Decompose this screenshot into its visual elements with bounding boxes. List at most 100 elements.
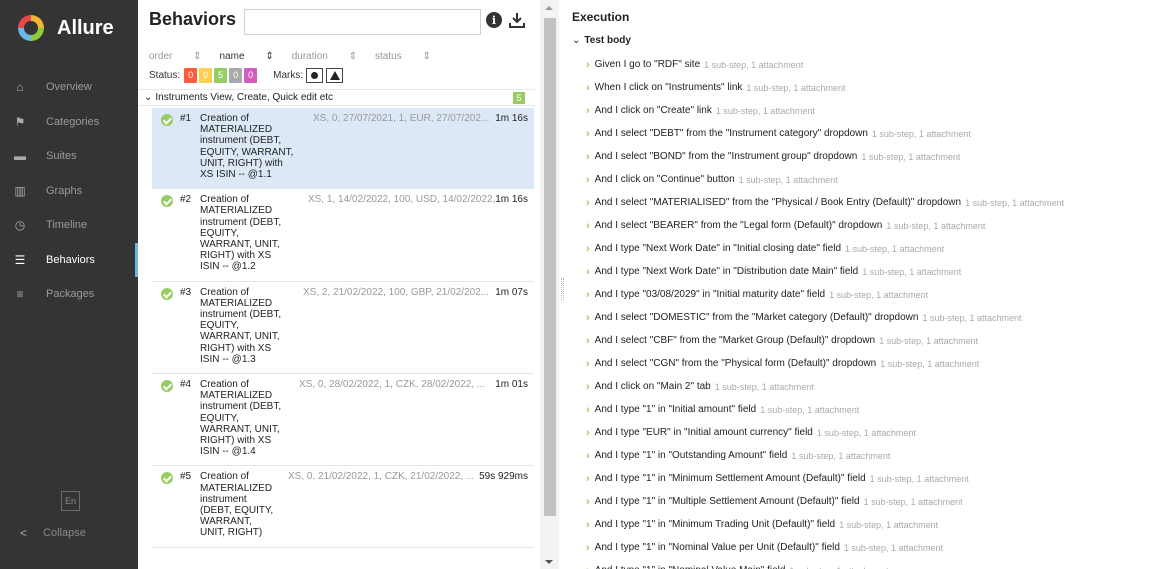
test-name-line: MATERIALIZED bbox=[200, 205, 273, 217]
chevron-right-icon: › bbox=[586, 357, 590, 370]
step-row[interactable]: › And I type "Next Work Date" in "Initial… bbox=[586, 237, 1176, 260]
step-row[interactable]: › Given I go to "RDF" site 1 sub-step, 1 a… bbox=[586, 53, 1176, 76]
test-name-line: EQUITY, WARRANT, bbox=[200, 146, 294, 158]
step-row[interactable]: › And I click on "Continue" button 1 sub-s… bbox=[586, 168, 1176, 191]
sort-status[interactable]: status ⇕ bbox=[375, 51, 431, 62]
step-row[interactable]: › And I type "1" in "Minimum Trading Unit… bbox=[586, 513, 1176, 536]
test-name-line: ISIN -- @1.4 bbox=[200, 446, 256, 458]
step-meta: 1 sub-step, 1 attachment bbox=[714, 381, 814, 392]
search-input[interactable] bbox=[244, 9, 481, 35]
sort-order[interactable]: order ⇕ bbox=[149, 51, 202, 62]
test-name-line: Creation of bbox=[200, 471, 249, 483]
sidebar-item-suites[interactable]: ▬ Suites bbox=[0, 139, 138, 174]
step-text: And I type "1" in "Minimum Trading Unit … bbox=[594, 519, 836, 530]
step-row[interactable]: › And I type "Next Work Date" in "Distrib… bbox=[586, 260, 1176, 283]
passed-check-icon bbox=[161, 195, 173, 208]
test-duration: 1m 16s bbox=[495, 194, 528, 206]
passed-check-icon bbox=[161, 472, 173, 485]
test-name-line: ISIN -- @1.2 bbox=[200, 261, 256, 273]
sidebar-item-label: Graphs bbox=[46, 184, 83, 197]
test-row[interactable]: #2 Creation of MATERIALIZED instrument (DEB… bbox=[152, 189, 534, 282]
status-count-chip[interactable]: 0 bbox=[199, 68, 213, 83]
step-row[interactable]: › And I type "1" in "Nominal Value Main" … bbox=[586, 559, 1176, 569]
sidebar-item-categories[interactable]: ⚑ Categories bbox=[0, 105, 138, 140]
sidebar-item-graphs[interactable]: ▥ Graphs bbox=[0, 174, 138, 209]
step-text: And I select "BEARER" from the "Legal fo… bbox=[594, 220, 883, 231]
test-name: Creation of MATERIALIZED instrument (DEBT,… bbox=[200, 194, 281, 272]
step-row[interactable]: › And I type "EUR" in "Initial amount cur… bbox=[586, 421, 1176, 444]
sidebar-item-behaviors[interactable]: ☰ Behaviors bbox=[0, 242, 138, 278]
new-failed-mark-toggle[interactable] bbox=[326, 68, 344, 83]
step-row[interactable]: › And I click on "Create" link 1 sub-step,… bbox=[586, 99, 1176, 122]
step-row[interactable]: › And I select "DEBT" from the "Instrumen… bbox=[586, 122, 1176, 145]
passed-check-icon bbox=[161, 287, 173, 300]
sidebar-item-packages[interactable]: ≡ Packages bbox=[0, 277, 138, 312]
step-text: And I click on "Continue" button bbox=[594, 174, 735, 185]
step-row[interactable]: › And I select "DOMESTIC" from the "Marke… bbox=[586, 306, 1176, 329]
test-row[interactable]: #4 Creation of MATERIALIZED instrument (DEB… bbox=[152, 374, 534, 467]
test-parameters: XS, 2, 21/02/2022, 100, GBP, 21/02/202..… bbox=[303, 286, 490, 298]
test-name-line: WARRANT, bbox=[200, 516, 252, 528]
scrollbar-thumb[interactable] bbox=[544, 18, 556, 516]
test-number: #2 bbox=[180, 194, 192, 206]
test-body-toggle[interactable]: ⌄ Test body bbox=[572, 35, 631, 46]
step-row[interactable]: › And I click on "Main 2" tab 1 sub-step, … bbox=[586, 375, 1176, 398]
step-row[interactable]: › And I type "03/08/2029" in "Initial mat… bbox=[586, 283, 1176, 306]
test-name-line: Creation of bbox=[200, 378, 249, 390]
warning-icon bbox=[329, 71, 340, 80]
step-meta: 1 sub-step, 1 attachment bbox=[879, 335, 979, 346]
step-row[interactable]: › And I select "MATERIALISED" from the "P… bbox=[586, 191, 1176, 214]
collapse-button[interactable]: < Collapse bbox=[0, 522, 138, 544]
step-meta: 1 sub-step, 1 attachment bbox=[816, 427, 916, 438]
step-row[interactable]: › When I click on "Instruments" link 1 sub… bbox=[586, 76, 1176, 99]
status-count-chip[interactable]: 0 bbox=[244, 68, 258, 83]
chevron-right-icon: › bbox=[586, 334, 590, 347]
allure-logo-icon bbox=[18, 15, 44, 41]
step-row[interactable]: › And I select "CBF" from the "Market Gro… bbox=[586, 329, 1176, 352]
language-button[interactable]: En bbox=[61, 491, 80, 511]
step-row[interactable]: › And I type "1" in "Initial amount" fiel… bbox=[586, 398, 1176, 421]
test-name-line: MATERIALIZED bbox=[200, 297, 273, 309]
step-text: And I select "DEBT" from the "Instrument… bbox=[594, 128, 868, 139]
test-list: #1 Creation of MATERIALIZED instrument (DEB… bbox=[152, 108, 534, 548]
test-row[interactable]: #3 Creation of MATERIALIZED instrument (DEB… bbox=[152, 282, 534, 374]
test-name-line: instrument bbox=[200, 493, 247, 505]
scroll-up-arrow[interactable] bbox=[545, 6, 553, 10]
status-count-chip[interactable]: 0 bbox=[184, 68, 198, 83]
test-name-line: (DEBT, EQUITY, bbox=[200, 504, 274, 516]
scroll-down-arrow[interactable] bbox=[545, 560, 553, 564]
test-name-line: RIGHT) with XS bbox=[200, 342, 272, 354]
step-row[interactable]: › And I type "1" in "Minimum Settlement A… bbox=[586, 467, 1176, 490]
sidebar-item-overview[interactable]: ⌂ Overview bbox=[0, 70, 138, 105]
chevron-right-icon: › bbox=[586, 472, 590, 485]
bar-chart-icon: ▥ bbox=[14, 183, 26, 198]
flaky-mark-toggle[interactable] bbox=[306, 68, 324, 83]
sidebar-item-timeline[interactable]: ◷ Timeline bbox=[0, 208, 138, 243]
step-row[interactable]: › And I select "BEARER" from the "Legal f… bbox=[586, 214, 1176, 237]
behavior-group[interactable]: ⌄ Instruments View, Create, Quick edit e… bbox=[138, 89, 535, 106]
step-row[interactable]: › And I select "CGN" from the "Physical f… bbox=[586, 352, 1176, 375]
home-icon: ⌂ bbox=[16, 80, 24, 95]
test-name-line: XS ISIN -- @1.1 bbox=[200, 169, 272, 181]
sort-duration[interactable]: duration ⇕ bbox=[292, 51, 357, 62]
chevron-right-icon: › bbox=[586, 449, 590, 462]
step-meta: 1 sub-step, 1 attachment bbox=[965, 197, 1065, 208]
status-count-chip[interactable]: 5 bbox=[214, 68, 228, 83]
step-meta: 1 sub-step, 1 attachment bbox=[869, 473, 969, 484]
status-count-chip[interactable]: 0 bbox=[229, 68, 243, 83]
step-row[interactable]: › And I select "BOND" from the "Instrumen… bbox=[586, 145, 1176, 168]
step-row[interactable]: › And I type "1" in "Nominal Value per Un… bbox=[586, 536, 1176, 559]
step-row[interactable]: › And I type "1" in "Outstanding Amount" … bbox=[586, 444, 1176, 467]
test-name-line: RIGHT) with XS bbox=[200, 250, 272, 262]
test-row[interactable]: #1 Creation of MATERIALIZED instrument (DEB… bbox=[152, 108, 534, 190]
sort-name[interactable]: name ⇕ bbox=[220, 51, 274, 62]
info-icon[interactable]: i bbox=[486, 12, 502, 28]
step-text: And I click on "Main 2" tab bbox=[594, 381, 711, 392]
step-row[interactable]: › And I type "1" in "Multiple Settlement … bbox=[586, 490, 1176, 513]
sidebar: Allure ⌂ Overview ⚑ Categories ▬ Suites ▥ Graph… bbox=[0, 0, 138, 569]
brand[interactable]: Allure bbox=[18, 15, 114, 41]
group-label: Instruments View, Create, Quick edit etc bbox=[155, 92, 334, 103]
step-text: And I select "DOMESTIC" from the "Market… bbox=[594, 312, 919, 323]
test-row[interactable]: #5 Creation of MATERIALIZED instrument (DEBT… bbox=[152, 466, 534, 548]
download-icon[interactable] bbox=[509, 12, 525, 29]
